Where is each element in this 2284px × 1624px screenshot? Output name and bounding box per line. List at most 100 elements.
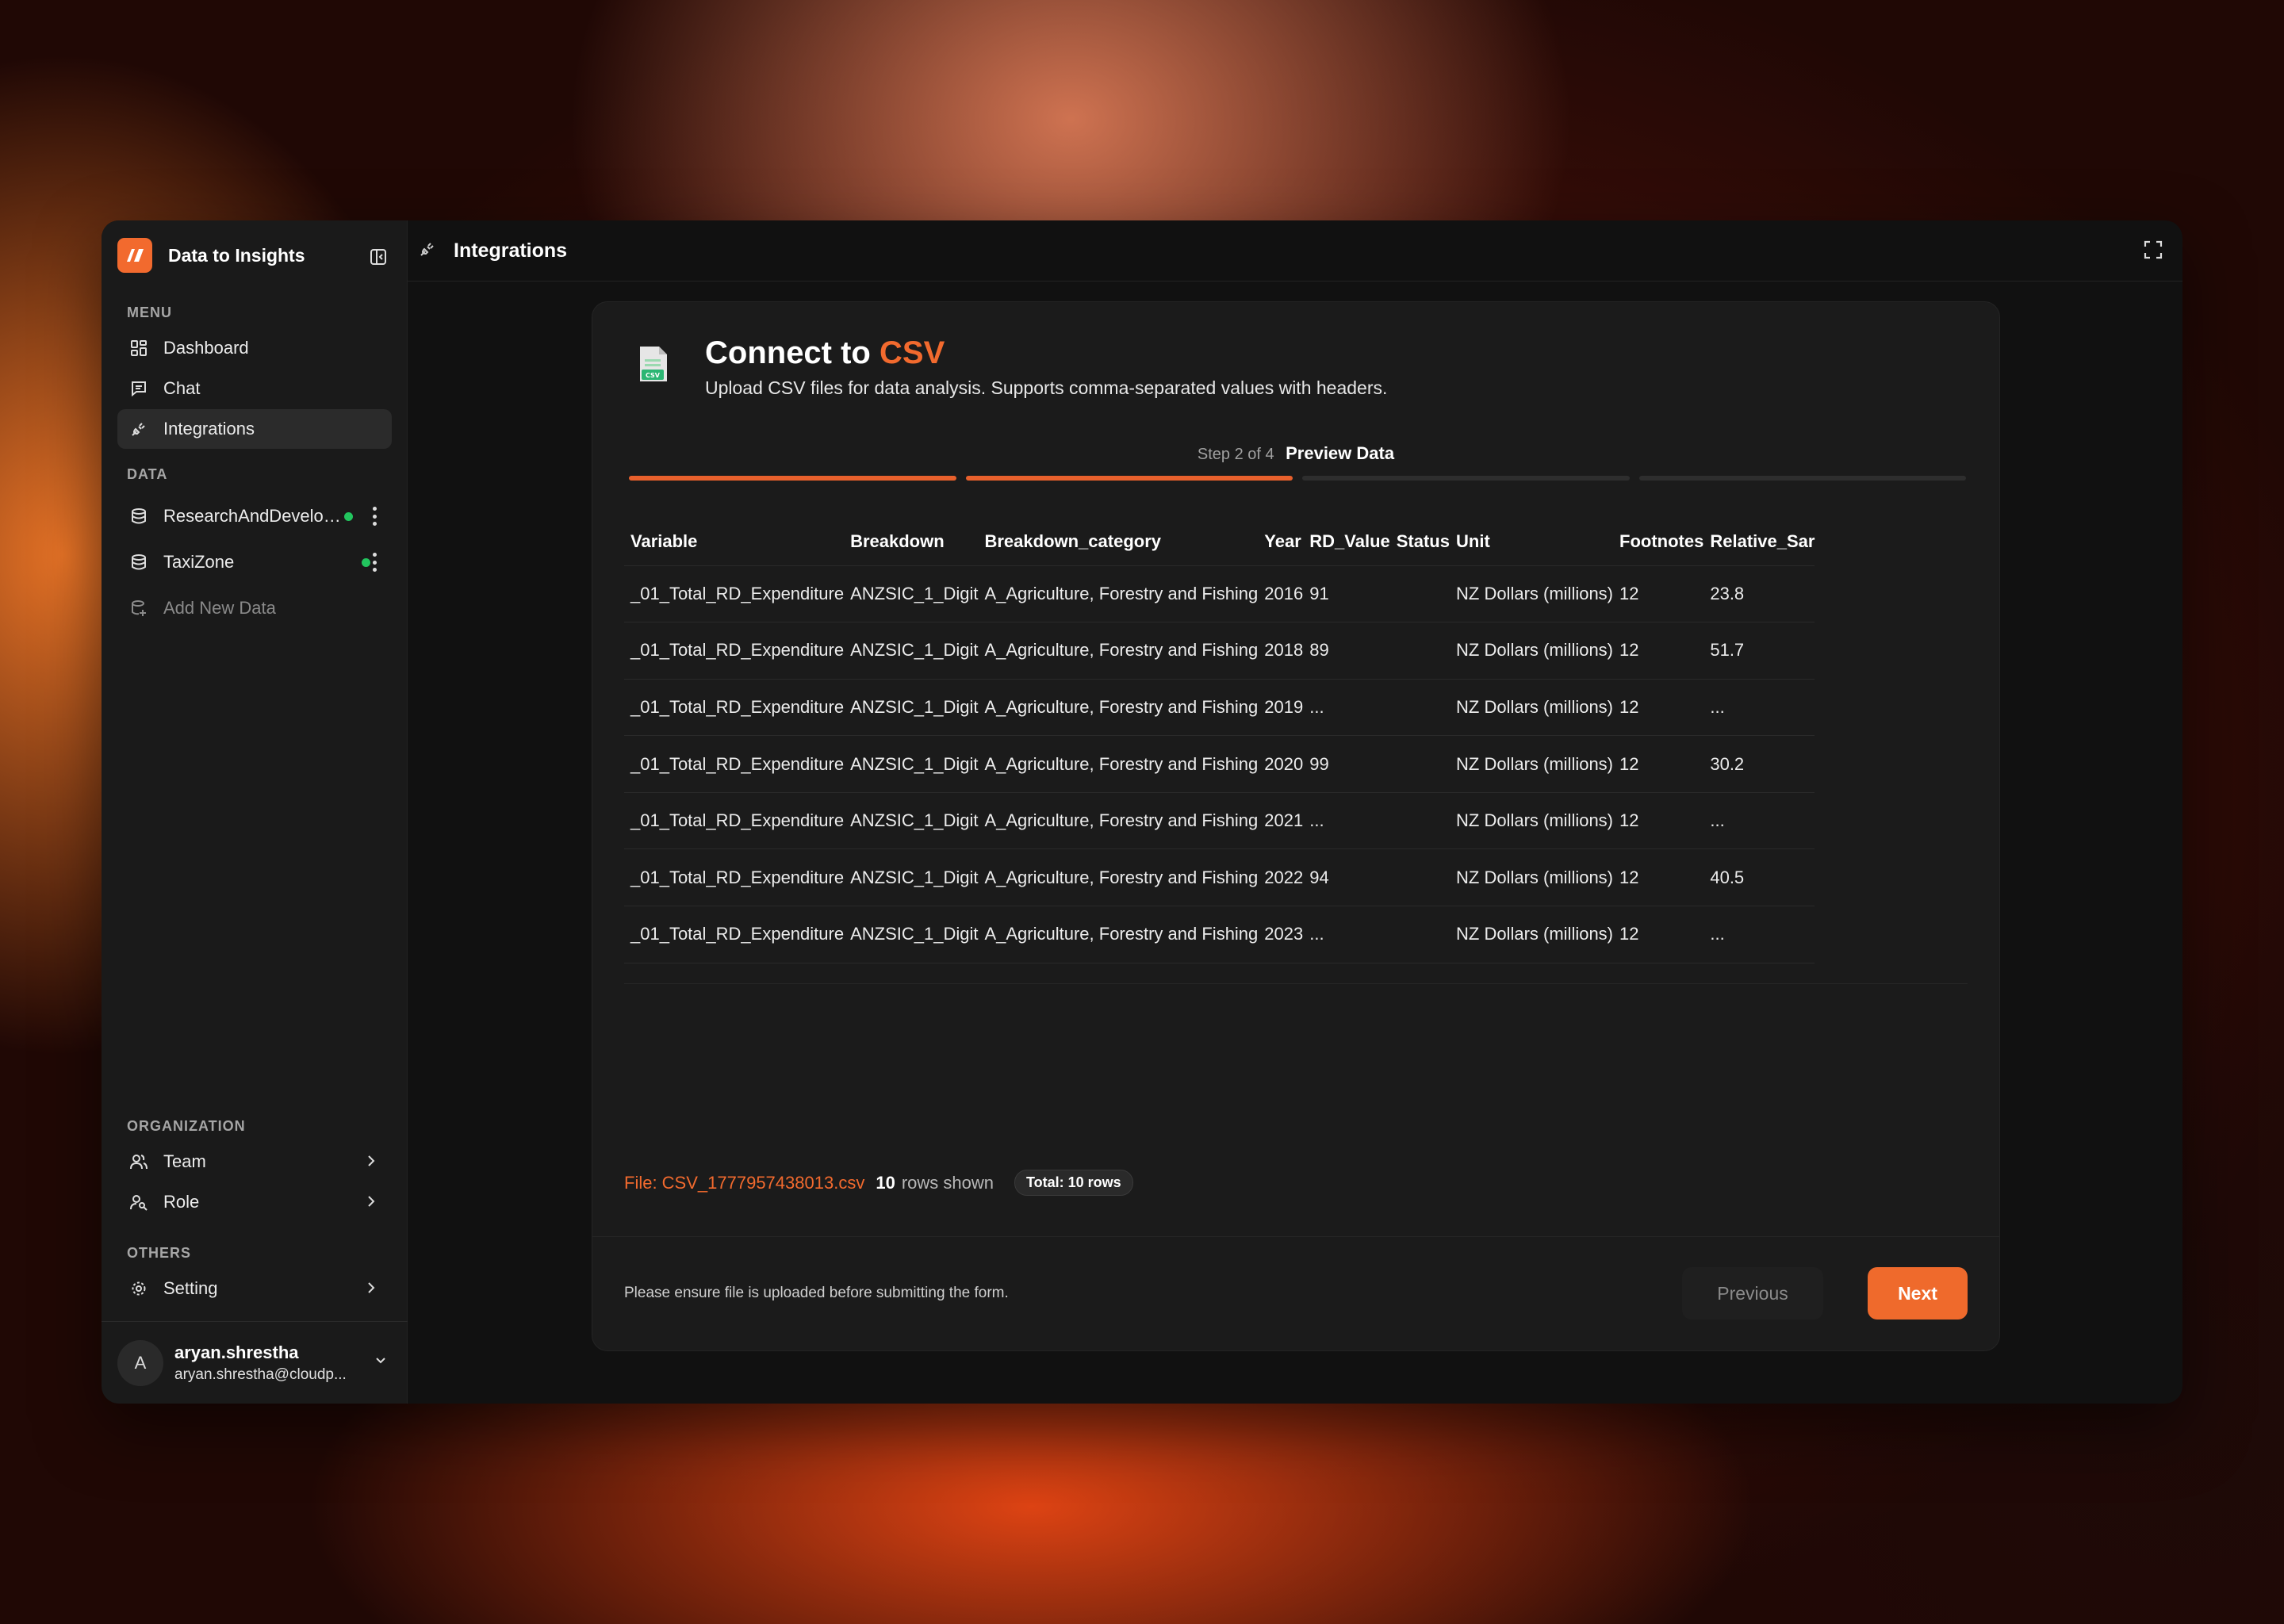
column-header: Unit <box>1450 518 1614 566</box>
fullscreen-icon[interactable] <box>2143 239 2163 264</box>
table-cell: 12 <box>1613 679 1704 737</box>
chat-icon <box>128 378 149 399</box>
sidebar-item-label: ResearchAndDevelop... <box>163 506 347 526</box>
table-row: _01_Total_RD_ExpenditureANZSIC_1_DigitA_… <box>624 735 1815 793</box>
table-cell <box>1389 735 1450 793</box>
table-cell: 89 <box>1303 622 1390 680</box>
add-new-data-button[interactable]: Add New Data <box>117 588 392 628</box>
database-icon <box>128 506 149 527</box>
table-row: _01_Total_RD_ExpenditureANZSIC_1_DigitA_… <box>624 622 1815 680</box>
sidebar-item-setting[interactable]: Setting <box>117 1269 392 1308</box>
app-name: Data to Insights <box>168 244 305 266</box>
user-email: aryan.shrestha@cloudp... <box>174 1365 347 1383</box>
card-subtitle: Upload CSV files for data analysis. Supp… <box>705 377 1388 398</box>
table-row: _01_Total_RD_ExpenditureANZSIC_1_DigitA_… <box>624 792 1815 850</box>
table-cell: ANZSIC_1_Digit <box>844 565 979 623</box>
upload-note: Please ensure file is uploaded before su… <box>624 1285 1009 1301</box>
card-title-accent: CSV <box>879 335 945 370</box>
table-cell: 2021 <box>1258 792 1304 850</box>
table-cell: _01_Total_RD_Expenditure <box>624 792 845 850</box>
user-menu[interactable]: A aryan.shrestha aryan.shrestha@cloudp..… <box>102 1321 408 1404</box>
preview-table-container[interactable]: Variable Breakdown Breakdown_category Year R… <box>624 518 1968 984</box>
table-cell: ANZSIC_1_Digit <box>844 735 979 793</box>
sidebar-item-chat[interactable]: Chat <box>117 369 392 408</box>
others-section-label: OTHERS <box>127 1245 192 1261</box>
step-progress-bar <box>629 476 1966 481</box>
connected-status-dot <box>362 558 370 567</box>
table-cell: 94 <box>1303 848 1390 907</box>
table-cell: A_Agriculture, Forestry and Fishing <box>978 679 1259 737</box>
plug-icon <box>128 419 149 439</box>
sidebar-data-item-taxizone[interactable]: TaxiZone <box>117 542 392 582</box>
sidebar-item-label: TaxiZone <box>163 552 235 572</box>
database-icon <box>128 552 149 573</box>
next-button[interactable]: Next <box>1868 1267 1968 1320</box>
sidebar-item-label: Integrations <box>163 419 255 439</box>
card-footer: Please ensure file is uploaded before su… <box>592 1236 1999 1352</box>
column-header: Relative_Sar <box>1703 518 1815 566</box>
table-cell: 12 <box>1613 848 1704 907</box>
table-cell: A_Agriculture, Forestry and Fishing <box>978 963 1259 983</box>
table-cell: NZ Dollars (millions) <box>1450 963 1614 983</box>
table-cell: ANZSIC_1_Digit <box>844 622 979 680</box>
step-progress-segment <box>1638 476 1966 481</box>
table-cell: 12 <box>1613 963 1704 983</box>
users-icon <box>128 1151 149 1172</box>
svg-text:CSV: CSV <box>646 372 661 379</box>
step-indicator: Step 2 of 4 Preview Data <box>592 443 1999 464</box>
table-row: _01_Total_RD_ExpenditureANZSIC_1_DigitA_… <box>624 848 1815 907</box>
sidebar: Data to Insights MENU Dashboard Chat Int… <box>102 220 408 1404</box>
table-cell <box>1389 906 1450 963</box>
table-cell <box>1389 679 1450 737</box>
preview-table: Variable Breakdown Breakdown_category Year R… <box>624 518 1815 983</box>
sidebar-item-role[interactable]: Role <box>117 1182 392 1222</box>
table-row: _01_Total_RD_ExpenditureANZSIC_1_DigitA_… <box>624 906 1815 963</box>
grid-icon <box>128 338 149 358</box>
brand[interactable]: Data to Insights <box>117 233 392 278</box>
table-cell: _01_Total_RD_Expenditure <box>624 848 845 907</box>
chevron-down-icon[interactable] <box>373 1355 389 1370</box>
table-cell: NZ Dollars (millions) <box>1450 622 1614 680</box>
table-cell: 99 <box>1303 735 1390 793</box>
database-add-icon <box>128 598 149 619</box>
more-options-icon[interactable] <box>373 507 377 526</box>
table-cell <box>1389 792 1450 850</box>
table-cell: NZ Dollars (millions) <box>1450 848 1614 907</box>
sidebar-item-label: Team <box>163 1151 206 1171</box>
sidebar-item-integrations[interactable]: Integrations <box>117 409 392 449</box>
table-cell: _01_Total_RD_Expenditure <box>624 735 845 793</box>
table-cell: 196 <box>1303 963 1390 983</box>
table-cell: 2020 <box>1258 735 1304 793</box>
sidebar-item-team[interactable]: Team <box>117 1142 392 1182</box>
table-row: _01_Total_RD_ExpenditureANZSIC_1_DigitA_… <box>624 565 1815 623</box>
table-cell: _01_Total_RD_Expenditure <box>624 906 845 963</box>
step-progress-segment <box>965 476 1293 481</box>
table-cell: NZ Dollars (millions) <box>1450 679 1614 737</box>
connect-csv-card: CSV Connect to CSV Upload CSV files for … <box>592 301 2000 1351</box>
sidebar-item-label: Setting <box>163 1278 218 1298</box>
sidebar-data-item-research[interactable]: ResearchAndDevelop... <box>117 496 392 536</box>
table-cell: 12 <box>1613 622 1704 680</box>
table-cell: ANZSIC_1_Digit <box>844 848 979 907</box>
previous-button[interactable]: Previous <box>1682 1267 1823 1320</box>
card-title-prefix: Connect to <box>705 335 871 370</box>
organization-section-label: ORGANIZATION <box>127 1118 246 1134</box>
table-cell: 2018 <box>1258 622 1304 680</box>
gear-icon <box>128 1278 149 1299</box>
sidebar-item-label: Dashboard <box>163 338 249 358</box>
sidebar-item-dashboard[interactable]: Dashboard <box>117 328 392 368</box>
table-cell: 40.5 <box>1703 848 1815 907</box>
rows-text: rows shown <box>901 1172 994 1193</box>
column-header: Variable <box>624 518 845 566</box>
page-title: Integrations <box>454 239 568 262</box>
table-cell: A_Agriculture, Forestry and Fishing <box>978 906 1259 963</box>
sidebar-collapse-icon[interactable] <box>366 246 390 268</box>
table-row: _01_Total_RD_ExpenditureANZSIC_1_DigitA_… <box>624 679 1815 737</box>
chevron-right-icon <box>365 1193 377 1215</box>
table-cell: A_Agriculture, Forestry and Fishing <box>978 735 1259 793</box>
more-options-icon[interactable] <box>373 553 377 572</box>
step-progress-segment <box>629 476 956 481</box>
column-header: RD_Value <box>1303 518 1390 566</box>
table-row: _01_Total_RD_ExpenditureANZSIC_1_DigitA_… <box>624 963 1815 983</box>
user-key-icon <box>128 1192 149 1212</box>
